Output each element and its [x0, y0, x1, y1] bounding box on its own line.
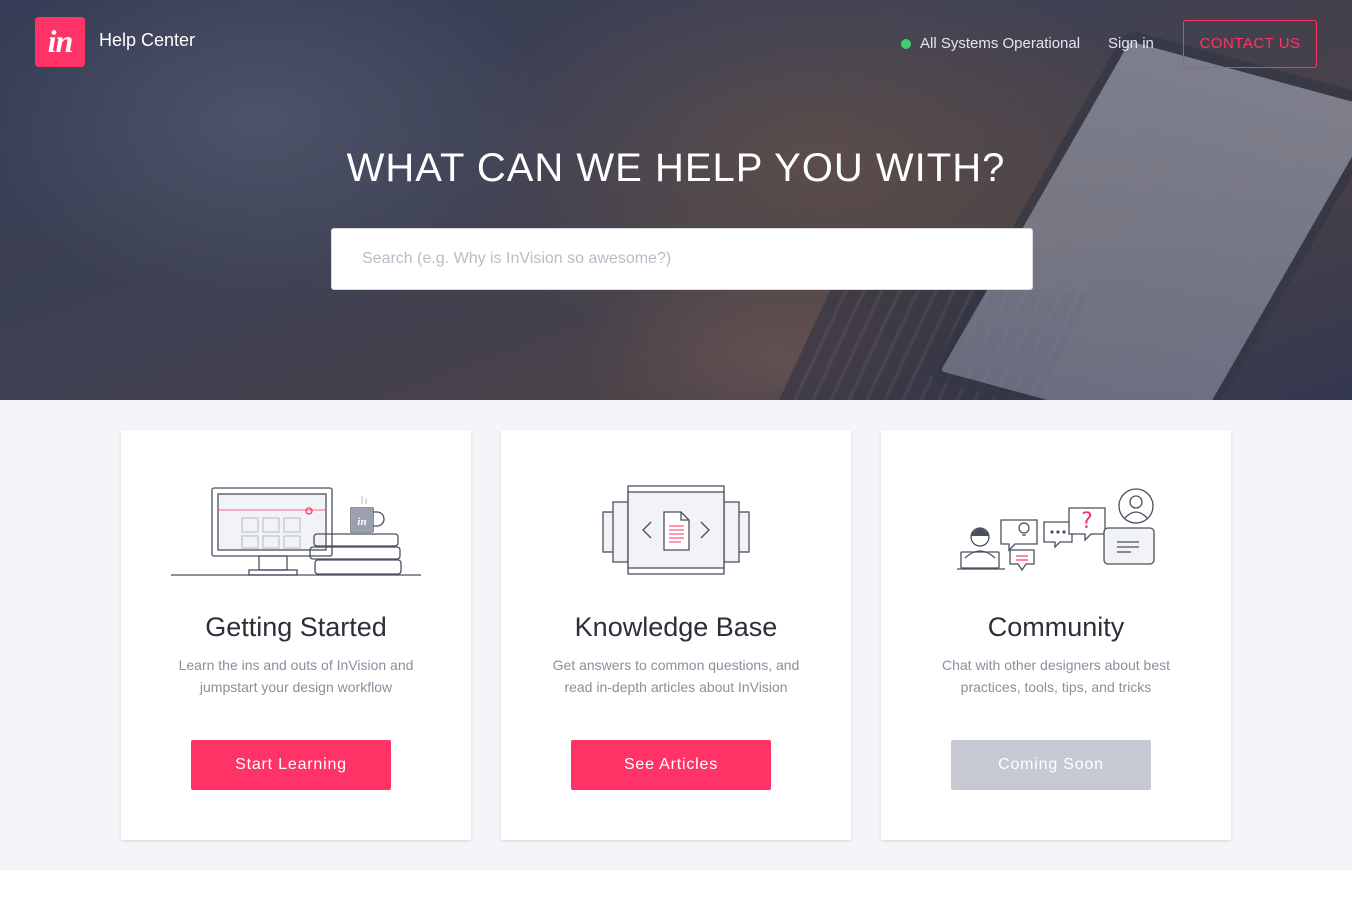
desktop-coffee-illustration: in — [171, 487, 421, 576]
card-title: Knowledge Base — [574, 612, 778, 642]
svg-text:in: in — [357, 516, 366, 528]
document-carousel-illustration — [602, 485, 750, 575]
hero-title: WHAT CAN WE HELP YOU WITH? — [346, 146, 1006, 190]
search-input[interactable] — [331, 228, 1033, 290]
card-description: Chat with other designers about best pra… — [941, 657, 1171, 695]
cards-section: in Getting Started Learn the ins and out… — [0, 400, 1352, 870]
card-description: Get answers to common questions, and rea… — [552, 657, 800, 695]
card-title: Community — [987, 612, 1125, 642]
card-community: ? Community Chat with other designers ab… — [881, 430, 1231, 840]
invision-logo[interactable]: in — [35, 17, 85, 67]
card-getting-started: in Getting Started Learn the ins and out… — [121, 430, 471, 840]
hero-banner: in Help Center All Systems Operational S… — [0, 0, 1352, 400]
system-status[interactable]: All Systems Operational — [901, 35, 1080, 52]
card-title: Getting Started — [205, 612, 387, 642]
card-description: Learn the ins and outs of InVision and j… — [178, 657, 414, 695]
status-dot-icon — [901, 38, 911, 49]
status-text: All Systems Operational — [920, 35, 1081, 52]
contact-us-button[interactable]: CONTACT US — [1183, 20, 1317, 68]
see-articles-button[interactable]: See Articles — [571, 740, 771, 790]
community-chat-illustration: ? — [957, 488, 1155, 572]
card-knowledge-base: Knowledge Base Get answers to common que… — [501, 430, 851, 840]
start-learning-button[interactable]: Start Learning — [191, 740, 391, 790]
svg-text:?: ? — [1081, 509, 1093, 534]
brand-title[interactable]: Help Center — [99, 30, 195, 51]
coming-soon-button[interactable]: Coming Soon — [951, 740, 1151, 790]
sign-in-link[interactable]: Sign in — [1108, 35, 1154, 52]
hero-overlay — [0, 0, 1352, 400]
